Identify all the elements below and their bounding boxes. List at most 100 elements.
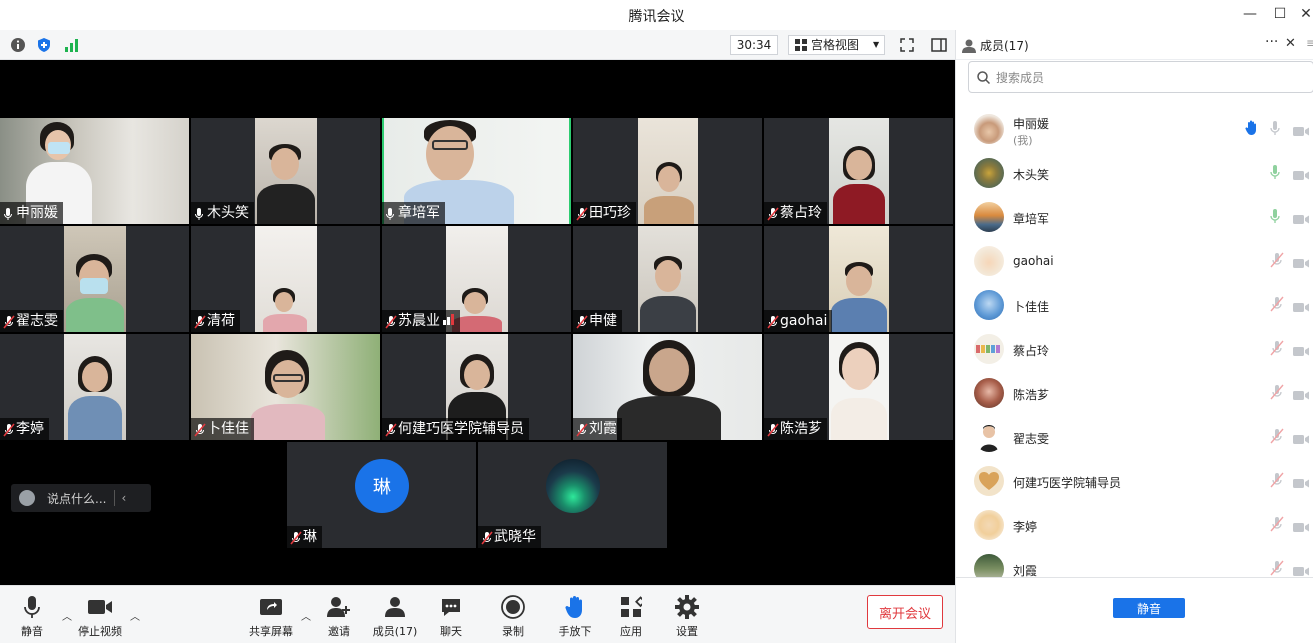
microphone-muted-icon[interactable] xyxy=(1270,340,1284,360)
camera-icon[interactable] xyxy=(1293,210,1309,229)
meeting-toolbar: 静音 ︿ 停止视频 ︿ 共享屏幕 ︿ 邀请 成员(17) 聊天 录制 手放下 应… xyxy=(0,585,955,643)
member-name: 翟志雯 xyxy=(1013,432,1050,446)
mic-muted-icon xyxy=(767,206,779,221)
meeting-top-bar: 30:34 宫格视图 ▼ xyxy=(0,30,955,60)
video-tile[interactable]: 何建巧医学院辅导员 xyxy=(382,334,571,440)
member-search-input[interactable]: 搜索成员 xyxy=(968,61,1313,93)
camera-icon[interactable] xyxy=(1293,386,1309,405)
video-tile[interactable]: 申健 xyxy=(573,226,762,332)
emoji-icon[interactable] xyxy=(19,490,35,506)
divider xyxy=(114,490,116,506)
microphone-on-icon[interactable] xyxy=(1270,164,1280,184)
participant-name-bar: gaohai xyxy=(764,310,833,332)
grid-view-dropdown[interactable]: 宫格视图 ▼ xyxy=(788,35,885,55)
member-list-item[interactable]: 刘霞 xyxy=(956,548,1313,577)
mute-all-button[interactable]: 静音 xyxy=(1113,598,1185,618)
record-button[interactable]: 录制 xyxy=(483,594,543,639)
member-list-item[interactable]: 木头笑 xyxy=(956,152,1313,196)
microphone-muted-icon[interactable] xyxy=(1270,252,1284,272)
security-shield-icon[interactable] xyxy=(34,35,54,55)
video-tile[interactable]: 木头笑 xyxy=(191,118,380,224)
chat-input-box[interactable]: 说点什么... ‹ xyxy=(11,484,151,512)
members-button[interactable]: 成员(17) xyxy=(365,594,425,639)
avatar xyxy=(974,554,1004,577)
signal-strength-icon[interactable] xyxy=(62,35,82,55)
close-icon[interactable]: ✕ xyxy=(1296,6,1313,22)
info-icon[interactable] xyxy=(8,35,28,55)
microphone-muted-icon[interactable] xyxy=(1270,472,1284,492)
invite-button[interactable]: 邀请 xyxy=(309,594,369,639)
close-panel-icon[interactable]: ✕ xyxy=(1285,36,1296,51)
member-list-item[interactable]: 何建巧医学院辅导员 xyxy=(956,460,1313,504)
member-list-item[interactable]: 翟志雯 xyxy=(956,416,1313,460)
avatar xyxy=(974,246,1004,276)
microphone-muted-icon[interactable] xyxy=(1270,516,1284,536)
lower-hand-button[interactable]: 手放下 xyxy=(545,594,605,639)
video-tile[interactable]: 卜佳佳 xyxy=(191,334,380,440)
minimize-icon[interactable]: — xyxy=(1240,6,1260,22)
apps-button[interactable]: 应用 xyxy=(601,594,661,639)
menu-icon[interactable]: ≡ xyxy=(1306,36,1313,50)
member-list-item[interactable]: 蔡占玲 xyxy=(956,328,1313,372)
video-tile[interactable]: gaohai xyxy=(764,226,953,332)
sidebar-toggle-icon[interactable] xyxy=(929,35,949,55)
member-list-item[interactable]: 章培军 xyxy=(956,196,1313,240)
mute-button[interactable]: 静音 xyxy=(2,594,62,639)
member-name: 何建巧医学院辅导员 xyxy=(1013,476,1122,490)
stop-video-button[interactable]: 停止视频 xyxy=(70,594,130,639)
video-tile-active-speaker[interactable]: 章培军 xyxy=(382,118,571,224)
video-tile[interactable]: 翟志雯 xyxy=(0,226,189,332)
participant-name-bar: 卜佳佳 xyxy=(191,418,254,440)
camera-icon[interactable] xyxy=(1293,562,1309,577)
video-tile[interactable]: 苏晨业 xyxy=(382,226,571,332)
participant-name-bar: 何建巧医学院辅导员 xyxy=(382,418,529,440)
video-tile[interactable]: 申丽媛 xyxy=(0,118,189,224)
chevron-left-icon[interactable]: ‹ xyxy=(121,491,126,505)
camera-icon[interactable] xyxy=(1293,430,1309,449)
video-tile[interactable]: 琳 琳 xyxy=(287,442,476,548)
video-tile[interactable]: 田巧珍 xyxy=(573,118,762,224)
video-tile[interactable]: 武晓华 xyxy=(478,442,667,548)
mic-muted-icon xyxy=(3,422,15,437)
leave-meeting-button[interactable]: 离开会议 xyxy=(867,595,943,629)
member-self-tag: (我) xyxy=(1013,134,1033,147)
avatar xyxy=(974,378,1004,408)
chat-button[interactable]: 聊天 xyxy=(421,594,481,639)
camera-icon[interactable] xyxy=(1293,518,1309,537)
avatar xyxy=(974,290,1004,320)
chevron-up-icon[interactable]: ︿ xyxy=(130,608,140,623)
mic-muted-icon xyxy=(385,314,397,329)
more-options-icon[interactable]: ··· xyxy=(1265,34,1278,50)
video-tile[interactable]: 蔡占玲 xyxy=(764,118,953,224)
camera-icon[interactable] xyxy=(1293,298,1309,317)
microphone-muted-icon[interactable] xyxy=(1270,428,1284,448)
member-list-item[interactable]: 陈浩芗 xyxy=(956,372,1313,416)
microphone-on-icon[interactable] xyxy=(1270,208,1280,228)
camera-icon[interactable] xyxy=(1293,342,1309,361)
camera-icon[interactable] xyxy=(1293,122,1309,141)
maximize-icon[interactable]: ☐ xyxy=(1270,6,1290,22)
microphone-icon[interactable] xyxy=(1270,120,1280,140)
video-tile[interactable]: 李婷 xyxy=(0,334,189,440)
member-list-item[interactable]: 卜佳佳 xyxy=(956,284,1313,328)
camera-icon[interactable] xyxy=(1293,254,1309,273)
video-tile[interactable]: 刘霞 xyxy=(573,334,762,440)
mic-muted-icon xyxy=(194,314,206,329)
participant-name: 清荷 xyxy=(207,313,235,329)
member-list-item[interactable]: gaohai xyxy=(956,240,1313,284)
microphone-muted-icon[interactable] xyxy=(1270,560,1284,577)
member-list-item[interactable]: 李婷 xyxy=(956,504,1313,548)
video-tile[interactable]: 清荷 xyxy=(191,226,380,332)
settings-button[interactable]: 设置 xyxy=(657,594,717,639)
members-panel: 成员(17) ··· ✕ ≡ 搜索成员 申丽媛 (我) 木头笑 章培军 gaoh… xyxy=(955,30,1313,643)
camera-icon[interactable] xyxy=(1293,474,1309,493)
share-screen-button[interactable]: 共享屏幕 xyxy=(241,594,301,639)
microphone-muted-icon[interactable] xyxy=(1270,384,1284,404)
participant-name: 武晓华 xyxy=(494,529,536,545)
microphone-muted-icon[interactable] xyxy=(1270,296,1284,316)
camera-icon[interactable] xyxy=(1293,166,1309,185)
fullscreen-icon[interactable] xyxy=(897,35,917,55)
video-tile[interactable]: 陈浩芗 xyxy=(764,334,953,440)
mic-muted-icon xyxy=(385,422,397,437)
member-list-item[interactable]: 申丽媛 (我) xyxy=(956,108,1313,152)
